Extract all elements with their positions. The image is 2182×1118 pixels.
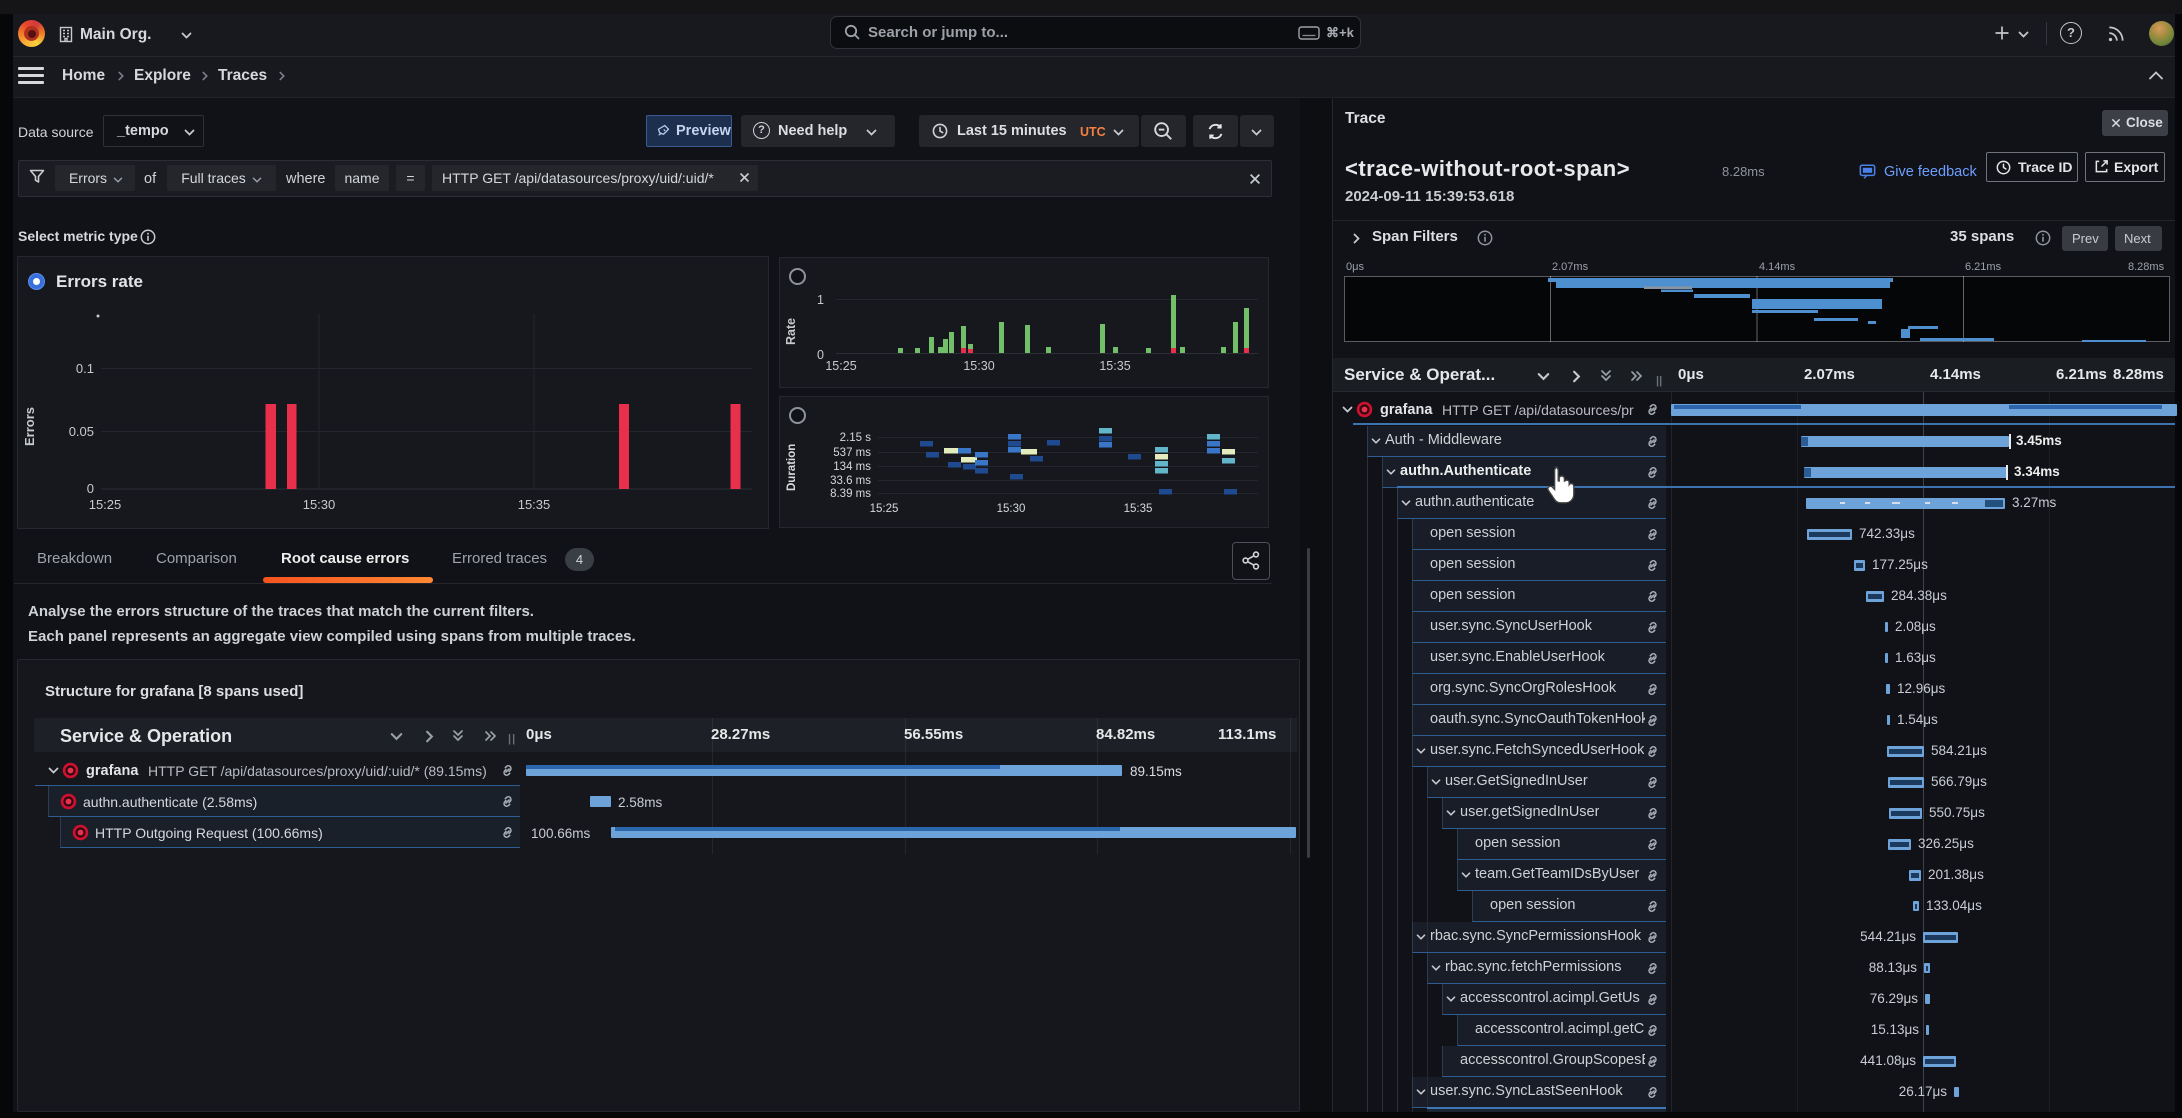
svg-text:15:25: 15:25 <box>870 503 899 515</box>
svg-text:2.15 s: 2.15 s <box>840 432 872 444</box>
svg-text:537 ms: 537 ms <box>833 447 871 459</box>
svg-text:15:25: 15:25 <box>825 359 856 373</box>
svg-text:15:30: 15:30 <box>997 503 1026 515</box>
svg-text:15:25: 15:25 <box>89 497 122 512</box>
svg-text:15:30: 15:30 <box>303 497 336 512</box>
svg-text:0.1: 0.1 <box>76 361 94 376</box>
svg-text:0.05: 0.05 <box>69 424 94 439</box>
svg-text:15:35: 15:35 <box>518 497 551 512</box>
svg-text:0: 0 <box>817 348 824 362</box>
svg-text:0: 0 <box>87 481 94 496</box>
svg-text:33.6 ms: 33.6 ms <box>830 475 871 487</box>
svg-text:8.39 ms: 8.39 ms <box>830 488 871 500</box>
svg-text:Duration: Duration <box>786 444 798 491</box>
svg-text:Errors: Errors <box>22 407 37 446</box>
svg-text:15:35: 15:35 <box>1099 359 1130 373</box>
svg-text:Rate: Rate <box>784 318 798 345</box>
svg-text:15:30: 15:30 <box>963 359 994 373</box>
svg-text:15:35: 15:35 <box>1124 503 1153 515</box>
svg-text:134 ms: 134 ms <box>833 461 871 473</box>
svg-text:1: 1 <box>817 293 824 307</box>
